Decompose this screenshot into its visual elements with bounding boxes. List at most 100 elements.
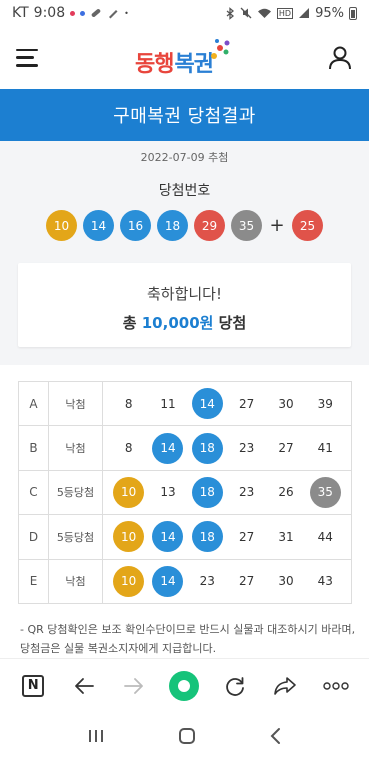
table-row: B 낙첨 8 14 18 23 27 41	[18, 425, 352, 471]
prize-amount: 10,000원	[141, 314, 214, 332]
game-number: 31	[278, 529, 294, 544]
game-number-hit: 18	[191, 476, 223, 508]
app-header: 동행 복권	[0, 26, 369, 89]
home-icon[interactable]	[178, 727, 196, 745]
more-icon[interactable]	[321, 671, 351, 701]
game-label: D	[18, 514, 49, 560]
carrier: KT	[12, 5, 29, 21]
winning-ball: 29	[194, 210, 225, 241]
game-number: 8	[124, 396, 133, 411]
pill-icon	[91, 9, 101, 17]
more-dot-icon: •	[124, 8, 129, 18]
winning-label: 당첨번호	[158, 183, 211, 199]
browser-toolbar: N	[0, 658, 369, 712]
prize-suffix: 당첨	[218, 314, 247, 332]
bluetooth-icon	[226, 6, 234, 20]
plus-sign: +	[269, 215, 285, 236]
battery-icon	[349, 6, 357, 20]
game-number: 23	[239, 441, 255, 456]
game-number-hit: 14	[191, 388, 223, 420]
game-result: 5등당첨	[48, 514, 103, 560]
congrats-message: 축하합니다!	[146, 285, 222, 303]
battery-percent: 95%	[315, 5, 344, 21]
game-number: 27	[278, 441, 294, 456]
game-number: 41	[317, 441, 333, 456]
game-result: 5등당첨	[48, 469, 103, 516]
game-number: 27	[239, 574, 255, 589]
game-number: 8	[124, 441, 133, 456]
game-number-hit: 10	[113, 521, 145, 553]
congrats-box: 축하합니다! 총 10,000원 당첨	[18, 263, 351, 347]
game-number-hit: 18	[191, 521, 223, 553]
n-label: N	[22, 674, 45, 697]
games-table: A 낙첨 8 11 14 27 30 39 B 낙첨 8 14 18 23 27…	[18, 380, 352, 604]
recents-icon[interactable]	[87, 728, 105, 744]
home-circle-icon[interactable]	[169, 670, 200, 701]
forward-arrow-icon[interactable]	[119, 671, 149, 701]
hd-icon: HD	[276, 7, 294, 19]
logo-text-1: 동행	[135, 51, 174, 77]
winning-ball: 18	[157, 210, 188, 241]
table-row: C 5등당첨 10 13 18 23 26 35	[18, 469, 352, 516]
game-number-hit: 35	[309, 476, 341, 508]
game-number: 26	[278, 485, 294, 500]
prize-line: 총 10,000원 당첨	[18, 312, 351, 333]
system-nav-bar	[0, 712, 369, 760]
winning-ball: 16	[120, 210, 151, 241]
user-icon[interactable]	[327, 45, 353, 71]
refresh-icon[interactable]	[220, 671, 250, 701]
game-number: 23	[239, 485, 255, 500]
game-label: B	[18, 425, 49, 471]
game-number: 30	[278, 396, 294, 411]
game-result: 낙첨	[48, 380, 103, 427]
game-number: 27	[239, 396, 255, 411]
game-number: 30	[278, 574, 294, 589]
logo-burst-icon	[210, 38, 230, 59]
winning-numbers: 10 14 16 18 29 35 + 25	[0, 210, 369, 241]
result-area: 2022-07-09 추첨 당첨번호 10 14 16 18 29 35 + 2…	[0, 141, 369, 365]
notice-text: - QR 당첨확인은 보조 확인수단이므로 반드시 실물과 대조하시기 바라며,…	[20, 623, 356, 655]
page-title: 구매복권 당첨결과	[0, 89, 369, 141]
bonus-ball: 25	[292, 210, 323, 241]
back-arrow-icon[interactable]	[69, 671, 99, 701]
game-result: 낙첨	[48, 558, 103, 604]
game-number: 23	[199, 574, 215, 589]
share-icon[interactable]	[270, 671, 300, 701]
table-row: A 낙첨 8 11 14 27 30 39	[18, 380, 352, 427]
logo[interactable]: 동행 복권	[135, 38, 230, 78]
game-number-hit: 14	[152, 521, 184, 553]
game-number-hit: 10	[113, 565, 145, 597]
table-row: E 낙첨 10 14 23 27 30 43	[18, 558, 352, 604]
game-number-hit: 10	[113, 476, 145, 508]
game-label: A	[18, 380, 49, 427]
game-label: C	[18, 469, 49, 516]
notification-dot-icon	[70, 10, 76, 16]
edit-icon	[109, 10, 118, 19]
game-number: 44	[317, 529, 333, 544]
game-number: 39	[317, 396, 333, 411]
game-number: 11	[160, 396, 176, 411]
mute-icon	[240, 7, 252, 19]
game-number: 13	[160, 485, 176, 500]
game-number-hit: 18	[191, 432, 223, 464]
table-row: D 5등당첨 10 14 18 27 31 44	[18, 514, 352, 560]
games-section: A 낙첨 8 11 14 27 30 39 B 낙첨 8 14 18 23 27…	[0, 365, 369, 658]
winning-ball: 35	[231, 210, 262, 241]
menu-icon[interactable]	[16, 48, 38, 67]
game-number-hit: 14	[152, 432, 184, 464]
signal-icon	[299, 8, 310, 18]
game-number: 43	[317, 574, 333, 589]
winning-ball: 14	[83, 210, 114, 241]
status-bar: KT 9:08 • HD 95%	[0, 0, 369, 26]
prize-prefix: 총	[122, 314, 137, 332]
game-number: 27	[239, 529, 255, 544]
back-icon[interactable]	[269, 727, 283, 745]
wifi-icon	[257, 8, 271, 18]
clock: 9:08	[33, 5, 66, 21]
draw-date: 2022-07-09 추첨	[140, 151, 229, 164]
n-icon[interactable]: N	[18, 671, 48, 701]
game-number-hit: 14	[152, 565, 184, 597]
game-result: 낙첨	[48, 425, 103, 471]
game-label: E	[18, 558, 49, 604]
winning-ball: 10	[46, 210, 77, 241]
